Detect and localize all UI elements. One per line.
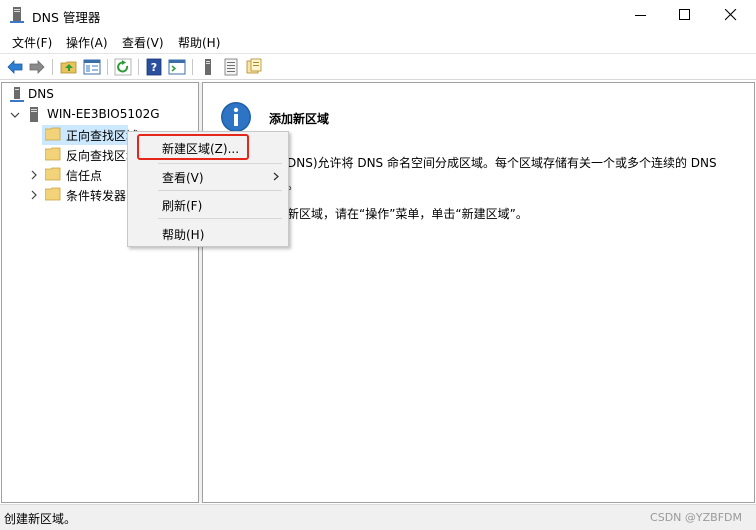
dns-server-icon xyxy=(10,7,24,23)
context-menu-label: 帮助(H) xyxy=(162,228,205,242)
menu-file[interactable]: 文件(F) xyxy=(12,34,52,51)
status-bar: 创建新区域。 CSDN @YZBFDM xyxy=(0,504,756,530)
dns-icon xyxy=(10,87,24,102)
tree-label-trust-points: 信任点 xyxy=(66,169,103,183)
toolbar-separator xyxy=(107,59,108,75)
folder-icon xyxy=(45,127,61,141)
context-menu-label: 查看(V) xyxy=(162,171,204,185)
new-zone-icon[interactable] xyxy=(245,58,263,76)
folder-icon xyxy=(45,187,61,201)
menu-separator xyxy=(158,190,282,191)
menu-view[interactable]: 查看(V) xyxy=(122,34,164,51)
show-hide-tree-icon[interactable] xyxy=(83,58,101,76)
minimize-button[interactable] xyxy=(618,0,664,30)
close-icon xyxy=(725,9,737,21)
tree-item-server[interactable]: WIN-EE3BIO5102G xyxy=(2,105,198,125)
tree-label-server: WIN-EE3BIO5102G xyxy=(47,107,160,121)
window-title: DNS 管理器 xyxy=(32,10,101,25)
chevron-right-icon xyxy=(273,172,279,181)
maximize-button[interactable] xyxy=(662,0,708,30)
menu-bar: 文件(F) 操作(A) 查看(V) 帮助(H) xyxy=(0,30,756,52)
context-menu-label: 刷新(F) xyxy=(162,199,203,213)
details-title: 添加新区域 xyxy=(269,112,330,126)
context-menu-refresh[interactable]: 刷新(F) xyxy=(129,192,287,216)
context-menu-view[interactable]: 查看(V) xyxy=(129,164,287,188)
context-menu-help[interactable]: 帮助(H) xyxy=(129,221,287,245)
chevron-down-icon[interactable] xyxy=(10,110,20,120)
up-folder-icon[interactable] xyxy=(60,58,78,76)
refresh-icon[interactable] xyxy=(114,58,132,76)
tree-item-dns-root[interactable]: DNS xyxy=(2,85,198,105)
details-line-1: DNS)允许将 DNS 命名空间分成区域。每个区域存储有关一个或多个连续的 DN… xyxy=(287,156,717,170)
menu-separator xyxy=(158,218,282,219)
toolbar-separator xyxy=(138,59,139,75)
chevron-right-icon[interactable] xyxy=(29,170,39,180)
console-icon[interactable] xyxy=(168,58,186,76)
forward-arrow-icon[interactable] xyxy=(28,58,46,76)
back-arrow-icon[interactable] xyxy=(6,58,24,76)
maximize-icon xyxy=(679,9,690,20)
folder-icon xyxy=(45,167,61,181)
toolbar-separator xyxy=(192,59,193,75)
toolbar-separator xyxy=(52,59,53,75)
server-icon xyxy=(30,107,38,122)
watermark: CSDN @YZBFDM xyxy=(650,511,742,524)
tree-label-dns: DNS xyxy=(28,87,54,101)
info-icon xyxy=(221,102,251,132)
server-icon[interactable] xyxy=(199,58,217,76)
menu-help[interactable]: 帮助(H) xyxy=(178,34,220,51)
minimize-icon xyxy=(635,15,646,16)
chevron-right-icon[interactable] xyxy=(29,190,39,200)
help-book-icon[interactable]: ? xyxy=(145,58,163,76)
menu-action[interactable]: 操作(A) xyxy=(66,34,108,51)
tree-label-conditional-forwarders: 条件转发器 xyxy=(66,189,127,203)
status-text: 创建新区域。 xyxy=(4,512,77,526)
list-icon[interactable] xyxy=(222,58,240,76)
folder-icon xyxy=(45,147,61,161)
title-bar: DNS 管理器 xyxy=(0,0,756,30)
toolbar: ? xyxy=(0,53,756,80)
annotation-highlight-box xyxy=(137,134,249,160)
details-line-3: 新区域，请在“操作”菜单，单击“新建区域”。 xyxy=(287,207,528,221)
svg-text:?: ? xyxy=(151,61,157,74)
close-button[interactable] xyxy=(708,0,754,30)
